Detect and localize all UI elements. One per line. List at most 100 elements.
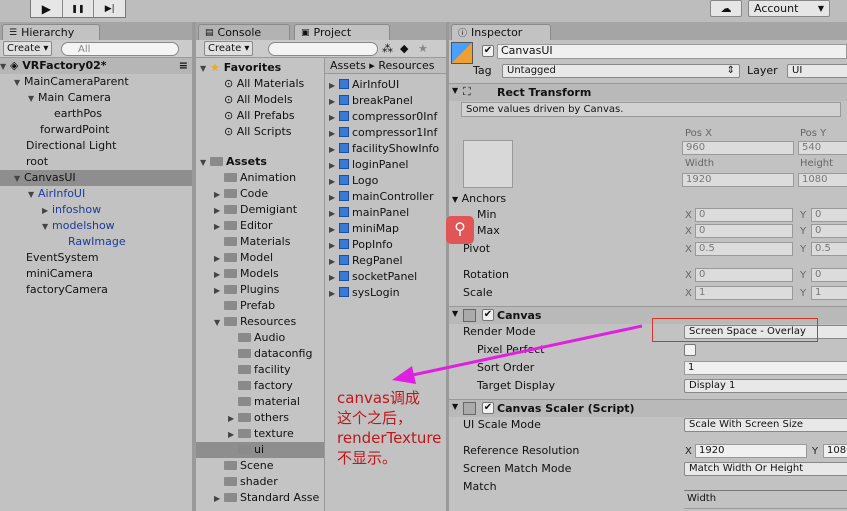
width-field[interactable]: 1920 <box>682 173 794 187</box>
list-item[interactable]: ▶ facilityShowInfo <box>329 141 439 157</box>
rotation-y-field[interactable]: 0 <box>811 268 847 282</box>
canvas-scaler-header[interactable]: ▼ ✔ Canvas Scaler (Script) <box>449 399 847 417</box>
tag-dropdown[interactable]: Untagged ⇕ <box>502 64 740 78</box>
hierarchy-create-button[interactable]: Create ▾ <box>3 41 53 56</box>
list-item[interactable]: facility <box>228 362 291 378</box>
tag-icon[interactable]: ◆ <box>400 42 408 55</box>
anchors-label[interactable]: ▼ Anchors <box>452 192 506 207</box>
list-item-selected[interactable]: ▼ CanvasUI <box>0 170 192 186</box>
list-item[interactable]: ▶ Code <box>214 186 268 202</box>
tab-hierarchy[interactable]: ☰ Hierarchy <box>2 24 100 40</box>
list-item[interactable]: shader <box>214 474 278 490</box>
active-checkbox[interactable]: ✔ <box>482 45 494 57</box>
project-search-input[interactable] <box>268 42 378 56</box>
scene-row[interactable]: ▼ ◈ VRFactory02* ≡ <box>0 58 192 74</box>
list-item-selected[interactable]: ui <box>196 442 324 458</box>
list-item[interactable]: Audio <box>228 330 285 346</box>
list-item[interactable]: material <box>228 394 300 410</box>
breadcrumb-item[interactable]: Resources <box>378 59 434 72</box>
max-y-field[interactable]: 0 <box>811 224 847 238</box>
list-item[interactable]: ▶ sysLogin <box>329 285 400 301</box>
play-icon[interactable]: ▶ <box>31 0 63 17</box>
max-x-field[interactable]: 0 <box>695 224 793 238</box>
list-item[interactable]: dataconfig <box>228 346 312 362</box>
list-item[interactable]: ▶ miniMap <box>329 221 399 237</box>
list-item[interactable]: ▶ Standard Asse <box>214 490 319 506</box>
list-item[interactable]: ⊙ All Materials <box>224 76 304 92</box>
list-item[interactable]: ▶ Editor <box>214 218 273 234</box>
list-item[interactable]: earthPos <box>54 106 102 122</box>
list-item[interactable]: ▼ Resources <box>214 314 296 330</box>
list-item[interactable]: miniCamera <box>26 266 93 282</box>
zoom-search-icon[interactable]: ⚲ <box>446 216 474 244</box>
menu-icon[interactable]: ≡ <box>179 58 188 74</box>
target-display-dropdown[interactable]: Display 1 <box>684 379 847 393</box>
list-item[interactable]: factory <box>228 378 293 394</box>
match-slider[interactable] <box>684 490 847 491</box>
list-item[interactable]: ▼ AirInfoUI <box>28 186 85 202</box>
layer-dropdown[interactable]: UI <box>787 64 847 78</box>
list-item[interactable]: ▶ AirInfoUI <box>329 77 399 93</box>
list-item[interactable]: ⊙ All Prefabs <box>224 108 295 124</box>
list-item[interactable]: ⊙ All Scripts <box>224 124 292 140</box>
rotation-x-field[interactable]: 0 <box>695 268 793 282</box>
list-item[interactable]: ▶ Plugins <box>214 282 279 298</box>
min-y-field[interactable]: 0 <box>811 208 847 222</box>
project-create-button[interactable]: Create ▾ <box>204 41 254 56</box>
list-item[interactable]: EventSystem <box>26 250 99 266</box>
list-item[interactable]: ▶ Model <box>214 250 273 266</box>
list-item[interactable]: ▼ modelshow <box>42 218 115 234</box>
hierarchy-search-input[interactable]: All <box>61 42 179 56</box>
reference-x-field[interactable]: 1920 <box>695 444 807 458</box>
list-item[interactable]: ▶ RegPanel <box>329 253 403 269</box>
pause-icon[interactable]: ❚❚ <box>63 0 95 17</box>
favorites-header[interactable]: ▼ ★ Favorites <box>200 60 281 76</box>
list-item[interactable]: ▶ breakPanel <box>329 93 413 109</box>
ui-scale-mode-dropdown[interactable]: Scale With Screen Size <box>684 418 847 432</box>
list-item[interactable]: ▶ texture <box>228 426 294 442</box>
list-item[interactable]: ▶ PopInfo <box>329 237 393 253</box>
screen-match-mode-dropdown[interactable]: Match Width Or Height <box>684 462 847 476</box>
pivot-x-field[interactable]: 0.5 <box>695 242 793 256</box>
min-x-field[interactable]: 0 <box>695 208 793 222</box>
reference-y-field[interactable]: 1080 <box>823 444 847 458</box>
assets-header[interactable]: ▼ Assets <box>200 154 267 170</box>
list-item[interactable]: ⊙ All Models <box>224 92 293 108</box>
list-item[interactable]: ▶ mainController <box>329 189 434 205</box>
list-item[interactable]: ▶ compressor0Inf <box>329 109 437 125</box>
scale-x-field[interactable]: 1 <box>695 286 793 300</box>
step-icon[interactable]: ▶| <box>94 0 125 17</box>
scaler-enabled-checkbox[interactable]: ✔ <box>482 402 494 414</box>
list-item[interactable]: ▼ MainCameraParent <box>14 74 129 90</box>
pivot-y-field[interactable]: 0.5 <box>811 242 847 256</box>
list-item[interactable]: Materials <box>214 234 290 250</box>
pos-y-field[interactable]: 540 <box>798 141 847 155</box>
list-item[interactable]: ▶ socketPanel <box>329 269 417 285</box>
scale-y-field[interactable]: 1 <box>811 286 847 300</box>
list-item[interactable]: Prefab <box>214 298 275 314</box>
list-item[interactable]: Directional Light <box>26 138 116 154</box>
account-dropdown[interactable]: Account ▼ <box>748 0 830 17</box>
list-item[interactable]: forwardPoint <box>40 122 110 138</box>
list-item[interactable]: factoryCamera <box>26 282 108 298</box>
anchor-preset-widget[interactable] <box>463 140 513 188</box>
list-item[interactable]: ▶ others <box>228 410 289 426</box>
cloud-icon[interactable]: ☁ <box>710 0 742 17</box>
rect-transform-header[interactable]: ▼ ⛶ Rect Transform <box>449 83 847 101</box>
list-item[interactable]: Animation <box>214 170 296 186</box>
height-field[interactable]: 1080 <box>798 173 847 187</box>
list-item[interactable]: ▶ compressor1Inf <box>329 125 437 141</box>
star-icon[interactable]: ★ <box>418 42 428 55</box>
list-item[interactable]: ▶ loginPanel <box>329 157 408 173</box>
list-item[interactable]: ▶ Logo <box>329 173 378 189</box>
list-item[interactable]: ▶ infoshow <box>42 202 101 218</box>
list-item[interactable]: ▶ Demigiant <box>214 202 297 218</box>
list-item[interactable]: Scene <box>214 458 274 474</box>
list-item[interactable]: root <box>26 154 48 170</box>
tab-project[interactable]: ▣ Project <box>294 24 390 40</box>
list-item[interactable]: ▼ Main Camera <box>28 90 111 106</box>
breadcrumb-item[interactable]: Assets <box>330 59 366 72</box>
list-item[interactable]: RawImage <box>68 234 126 250</box>
tab-console[interactable]: ▤ Console <box>198 24 290 40</box>
tab-inspector[interactable]: ⓘ Inspector <box>451 24 551 40</box>
